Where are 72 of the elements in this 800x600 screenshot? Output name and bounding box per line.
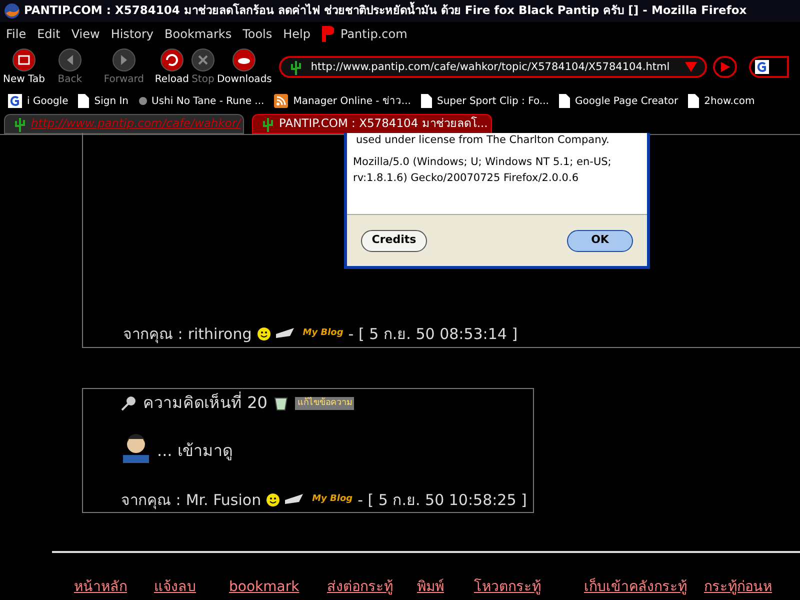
ok-button[interactable]: OK <box>567 230 633 252</box>
window-title: PANTIP.COM : X5784104 มาช่วยลดโลกร้อน ลดค่าไฟ ช่วยชาติประหยัดน้ำมัน ด้วย Fire fox Black Pantip ครับ [] - Mozilla Firefox <box>24 2 747 20</box>
bookmark-item[interactable]: Super Sport Clip : Fo... <box>436 94 549 108</box>
downloads-icon <box>232 48 256 72</box>
go-button[interactable] <box>712 56 737 78</box>
license-text: used under license from The Charlton Company. <box>355 133 610 148</box>
menu-item[interactable]: Edit <box>37 25 60 43</box>
cactus-icon <box>288 59 303 75</box>
credits-button[interactable]: Credits <box>361 230 427 252</box>
bookmark-item[interactable]: Manager Online - ข่าว... <box>293 94 411 108</box>
footer-link[interactable]: แจ้งลบ <box>154 577 229 598</box>
reload-icon <box>160 48 184 72</box>
post-timestamp: - [ 5 ก.ย. 50 10:58:25 ] <box>358 490 527 510</box>
page-icon <box>688 94 700 108</box>
browser-tab[interactable]: PANTIP.COM : X5784104 มาช่วยลดโ... <box>252 114 492 134</box>
post-timestamp: - [ 5 ก.ย. 50 08:53:14 ] <box>348 324 518 344</box>
trash-icon <box>273 395 290 411</box>
author-name: rithirong <box>188 324 252 344</box>
address-field[interactable]: http://www.pantip.com/cafe/wahkor/topic/X5784104/X5784104.html <box>278 56 707 78</box>
newtab-icon <box>12 48 36 72</box>
magnifier-icon <box>121 395 137 411</box>
google-icon <box>754 60 769 74</box>
comment-body: ... เข้ามาดู <box>157 440 232 462</box>
menu-item[interactable]: File <box>6 25 26 43</box>
menu-item[interactable]: View <box>71 25 100 43</box>
blog-link[interactable]: My Blog <box>312 493 353 506</box>
bookmark-item[interactable]: Ushi No Tane - Rune ... <box>152 94 264 108</box>
user-agent-text: Mozilla/5.0 (Windows; U; Windows NT 5.1; en-US; <box>353 154 612 170</box>
from-label: จากคุณ : <box>123 324 183 345</box>
search-engine-field[interactable] <box>748 56 789 78</box>
toolbar-button[interactable]: New Tab <box>2 48 46 86</box>
footer-link[interactable]: หน้าหลัก <box>74 577 154 598</box>
bookmark-item[interactable]: 2how.com <box>704 94 755 108</box>
menu-item[interactable]: Help <box>283 25 310 43</box>
menu-item[interactable]: Bookmarks <box>164 25 232 43</box>
pantip-logo-icon <box>322 26 334 42</box>
toolbar-button[interactable]: Downloads <box>216 48 273 86</box>
google-icon <box>8 94 22 108</box>
play-icon <box>720 62 730 72</box>
footer-link[interactable]: เก็บเข้าคลังกระทู้ <box>584 577 704 598</box>
rss-icon <box>274 94 288 108</box>
bookmark-item[interactable]: i Google <box>27 94 68 108</box>
forward-icon <box>112 48 136 72</box>
footer-link[interactable]: กระทู้ก่อนห <box>704 577 784 598</box>
menu-item[interactable]: History <box>110 25 154 43</box>
footer-link[interactable]: โหวตกระทู้ <box>474 577 584 598</box>
comment-heading: ความคิดเห็นที่ 20 <box>143 391 268 414</box>
dropdown-icon <box>684 62 697 72</box>
back-icon <box>58 48 82 72</box>
stop-icon <box>190 48 215 72</box>
page-icon <box>420 94 432 108</box>
cactus-icon <box>261 116 275 132</box>
menu-item[interactable]: Tools <box>242 25 272 43</box>
user-agent-text: rv:1.8.1.6) Gecko/20070725 Firefox/2.0.0.6 <box>353 170 580 186</box>
menu-item[interactable]: Pantip.com <box>340 25 408 43</box>
smiley-icon <box>256 326 271 341</box>
page-icon <box>78 94 90 108</box>
toolbar-button[interactable]: Reload <box>154 48 190 86</box>
bookmark-item[interactable]: Google Page Creator <box>574 94 678 108</box>
from-label: จากคุณ : <box>121 490 181 511</box>
avatar-icon <box>121 431 151 463</box>
smiley-icon <box>266 492 280 507</box>
footer-link[interactable]: ส่งต่อกระทู้ <box>327 577 417 598</box>
footer-link[interactable]: bookmark <box>229 577 327 598</box>
page-icon <box>558 94 570 108</box>
firefox-icon <box>4 3 20 19</box>
blog-link[interactable]: My Blog <box>302 327 344 340</box>
author-name: Mr. Fusion <box>186 490 262 510</box>
bookmark-item[interactable]: Sign In <box>94 94 129 108</box>
dot-icon <box>138 97 147 105</box>
footer-link[interactable]: พิมพ์ <box>417 577 474 598</box>
cactus-icon <box>13 116 27 132</box>
